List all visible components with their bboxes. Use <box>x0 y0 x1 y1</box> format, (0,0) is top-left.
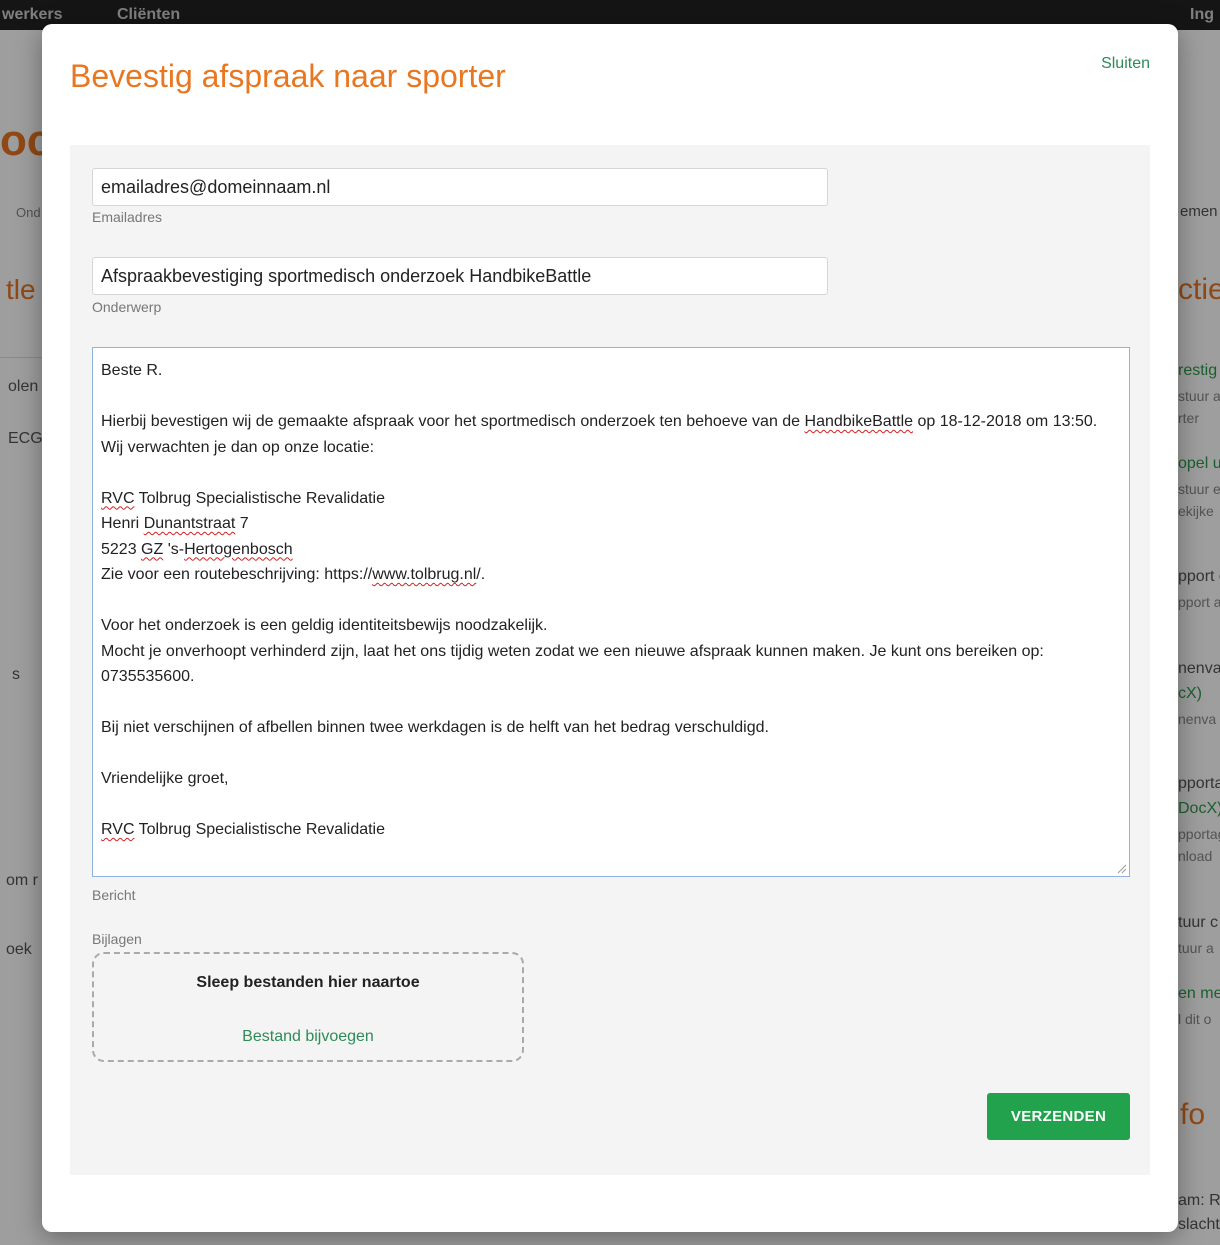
email-label: Emailadres <box>92 209 163 225</box>
message-greeting: Beste R. <box>101 362 163 379</box>
subject-input[interactable]: Afspraakbevestiging sportmedisch onderzo… <box>92 257 828 295</box>
close-link[interactable]: Sluiten <box>1101 55 1150 73</box>
message-signature: RVC Tolbrug Specialistische Revalidatie <box>101 821 386 838</box>
send-button[interactable]: VERZENDEN <box>987 1093 1130 1140</box>
message-route-line: Zie voor een routebeschrijving: https://… <box>101 566 486 583</box>
attachments-label: Bijlagen <box>92 931 142 947</box>
email-form: emailadres@domeinnaam.nl Emailadres Afsp… <box>70 145 1150 1175</box>
message-fee-line: Bij niet verschijnen of afbellen binnen … <box>101 719 769 736</box>
modal-title: Bevestig afspraak naar sporter <box>70 58 506 94</box>
message-textarea[interactable]: Beste R. Hierbij bevestigen wij de gemaa… <box>92 347 1130 877</box>
subject-label: Onderwerp <box>92 299 162 315</box>
message-id-line: Voor het onderzoek is een geldig identit… <box>101 617 548 634</box>
message-address-street: Henri Dunantstraat 7 <box>101 515 249 532</box>
message-cancel-line: Mocht je onverhoopt verhinderd zijn, laa… <box>101 642 1044 686</box>
dropzone-text: Sleep bestanden hier naartoe <box>196 974 420 991</box>
resize-grip-icon[interactable] <box>1117 864 1127 874</box>
message-closing: Vriendelijke groet, <box>101 770 229 787</box>
message-paragraph: Hierbij bevestigen wij de gemaakte afspr… <box>101 413 1098 456</box>
message-label: Bericht <box>92 887 136 903</box>
email-input[interactable]: emailadres@domeinnaam.nl <box>92 168 828 206</box>
message-address-city: 5223 GZ 's-Hertogenbosch <box>101 540 293 558</box>
confirm-appointment-modal: Bevestig afspraak naar sporter Sluiten e… <box>42 24 1178 1232</box>
add-attachment-link[interactable]: Bestand bijvoegen <box>94 1028 522 1046</box>
attachment-dropzone[interactable]: Sleep bestanden hier naartoe Bestand bij… <box>92 952 524 1062</box>
message-address-org: RVC Tolbrug Specialistische Revalidatie <box>101 489 386 507</box>
